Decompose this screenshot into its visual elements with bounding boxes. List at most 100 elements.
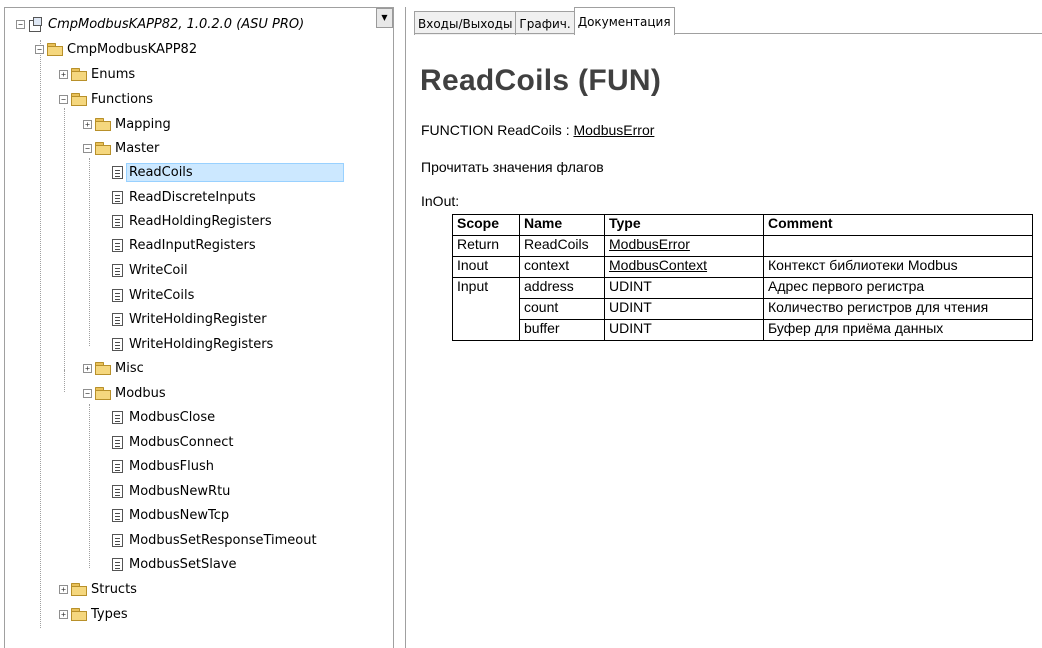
tree-item-label: ModbusSetResponseTimeout bbox=[129, 532, 317, 548]
tab-documentation[interactable]: Документация bbox=[573, 7, 675, 35]
type-link[interactable]: ModbusError bbox=[604, 235, 764, 257]
expand-toggle[interactable]: + bbox=[59, 69, 68, 79]
tree-folder-label: Enums bbox=[91, 66, 136, 82]
tree-folder-mapping[interactable]: + Mapping bbox=[83, 114, 171, 134]
folder-icon bbox=[71, 583, 87, 596]
tree-connector bbox=[64, 370, 65, 392]
tree-item-label: WriteCoils bbox=[129, 287, 195, 303]
doc-signature: FUNCTION ReadCoils : ModbusError bbox=[421, 122, 654, 138]
tree-folder-misc[interactable]: + Misc bbox=[83, 358, 144, 378]
folder-icon bbox=[71, 68, 87, 81]
tree-folder-label: Modbus bbox=[115, 385, 166, 401]
tree-connector bbox=[64, 108, 65, 370]
tree-connector bbox=[89, 158, 90, 346]
tree-folder-enums[interactable]: + Enums bbox=[59, 64, 135, 84]
function-doc-icon bbox=[112, 435, 123, 449]
function-doc-icon bbox=[112, 484, 123, 498]
collapse-toggle[interactable]: − bbox=[35, 44, 44, 54]
function-doc-icon bbox=[112, 288, 123, 302]
library-icon bbox=[28, 17, 42, 32]
tree-library-label: CmpModbusKAPP82 bbox=[67, 41, 198, 57]
type-cell: UDINT bbox=[604, 298, 764, 320]
tree-folder-functions[interactable]: − Functions bbox=[59, 89, 153, 109]
type-cell: UDINT bbox=[604, 277, 764, 299]
function-doc-icon bbox=[112, 533, 123, 547]
tree-item[interactable]: WriteHoldingRegister bbox=[112, 309, 267, 329]
tree-item-label: ModbusConnect bbox=[129, 434, 234, 450]
tree-item[interactable]: ModbusFlush bbox=[112, 456, 214, 476]
table-row: count UDINT Количество регистров для чте… bbox=[453, 298, 1033, 320]
tree-item[interactable]: ReadInputRegisters bbox=[112, 235, 256, 255]
collapse-toggle[interactable]: − bbox=[16, 19, 25, 29]
column-header: Type bbox=[604, 214, 764, 236]
tree-item[interactable]: ModbusNewTcp bbox=[112, 505, 229, 525]
tree-item[interactable]: ModbusClose bbox=[112, 407, 215, 427]
expand-toggle[interactable]: + bbox=[83, 119, 92, 129]
tab-graphic[interactable]: Графич. bbox=[515, 11, 575, 35]
signature-type-link[interactable]: ModbusError bbox=[573, 122, 654, 138]
expand-toggle[interactable]: + bbox=[59, 609, 68, 619]
column-header: Name bbox=[519, 214, 605, 236]
tree-root[interactable]: − CmpModbusKAPP82, 1.0.2.0 (ASU PRO) bbox=[16, 14, 304, 34]
doc-description: Прочитать значения флагов bbox=[421, 159, 604, 175]
function-doc-icon bbox=[112, 459, 123, 473]
tree-item[interactable]: ModbusSetSlave bbox=[112, 554, 237, 574]
column-header: Comment bbox=[763, 214, 1033, 236]
tree-item[interactable]: ReadHoldingRegisters bbox=[112, 211, 272, 231]
collapse-toggle[interactable]: − bbox=[59, 94, 68, 104]
library-dropdown-button[interactable]: ▼ bbox=[376, 8, 393, 28]
tree-item[interactable]: WriteCoils bbox=[112, 285, 194, 305]
tree-item[interactable]: ReadDiscreteInputs bbox=[112, 187, 256, 207]
tree-item[interactable]: WriteHoldingRegisters bbox=[112, 334, 273, 354]
expand-toggle[interactable]: + bbox=[83, 363, 92, 373]
folder-icon bbox=[95, 387, 111, 400]
function-doc-icon bbox=[112, 263, 123, 277]
tree-folder-label: Mapping bbox=[115, 116, 171, 132]
comment-cell: Контекст библиотеки Modbus bbox=[763, 256, 1033, 278]
tree-item[interactable]: ModbusNewRtu bbox=[112, 481, 230, 501]
tree-item-label: ReadHoldingRegisters bbox=[129, 213, 272, 229]
signature-prefix: FUNCTION ReadCoils : bbox=[421, 122, 574, 138]
tree-item-readcoils[interactable]: ReadCoils bbox=[112, 162, 344, 182]
type-link[interactable]: ModbusContext bbox=[604, 256, 764, 278]
tree-item[interactable]: ModbusSetResponseTimeout bbox=[112, 530, 317, 550]
tree-folder-types[interactable]: + Types bbox=[59, 604, 128, 624]
type-cell: UDINT bbox=[604, 319, 764, 341]
comment-cell bbox=[763, 235, 1033, 257]
tree-root-label: CmpModbusKAPP82, 1.0.2.0 (ASU PRO) bbox=[48, 16, 305, 32]
tree-folder-modbus[interactable]: − Modbus bbox=[83, 383, 166, 403]
name-cell: address bbox=[519, 277, 605, 299]
function-doc-icon bbox=[112, 165, 123, 179]
function-doc-icon bbox=[112, 312, 123, 326]
tree-item-label: ReadCoils bbox=[126, 162, 344, 182]
tree-item-label: WriteHoldingRegister bbox=[129, 311, 267, 327]
tree-item-label: ModbusFlush bbox=[129, 458, 215, 474]
tree-library[interactable]: − CmpModbusKAPP82 bbox=[35, 39, 197, 59]
column-header: Scope bbox=[452, 214, 520, 236]
function-doc-icon bbox=[112, 557, 123, 571]
tree-folder-label: Functions bbox=[91, 91, 154, 107]
tree-item[interactable]: WriteCoil bbox=[112, 260, 188, 280]
tree-folder-structs[interactable]: + Structs bbox=[59, 579, 137, 599]
table-row: Input address UDINT Адрес первого регист… bbox=[452, 277, 1033, 341]
function-doc-icon bbox=[112, 190, 123, 204]
folder-icon bbox=[95, 142, 111, 155]
tree-folder-master[interactable]: − Master bbox=[83, 138, 159, 158]
tab-bar: Входы/Выходы Графич. Документация bbox=[414, 7, 675, 35]
parameters-table: Scope Name Type Comment Return ReadCoils… bbox=[452, 214, 1033, 341]
name-cell: count bbox=[519, 298, 605, 320]
collapse-toggle[interactable]: − bbox=[83, 388, 92, 398]
tree-connector bbox=[40, 40, 41, 628]
expand-toggle[interactable]: + bbox=[59, 584, 68, 594]
tab-inputs-outputs[interactable]: Входы/Выходы bbox=[414, 11, 517, 35]
chevron-down-icon: ▼ bbox=[381, 13, 388, 22]
doc-title: ReadCoils (FUN) bbox=[420, 64, 662, 97]
tree-item-label: ReadDiscreteInputs bbox=[129, 189, 256, 205]
tree-item[interactable]: ModbusConnect bbox=[112, 432, 233, 452]
comment-cell: Буфер для приёма данных bbox=[763, 319, 1033, 341]
inout-label: InOut: bbox=[421, 193, 460, 209]
collapse-toggle[interactable]: − bbox=[83, 143, 92, 153]
name-cell: buffer bbox=[519, 319, 605, 341]
table-row: Inout context ModbusContext Контекст биб… bbox=[452, 256, 1033, 278]
scope-cell: Return bbox=[452, 235, 520, 257]
